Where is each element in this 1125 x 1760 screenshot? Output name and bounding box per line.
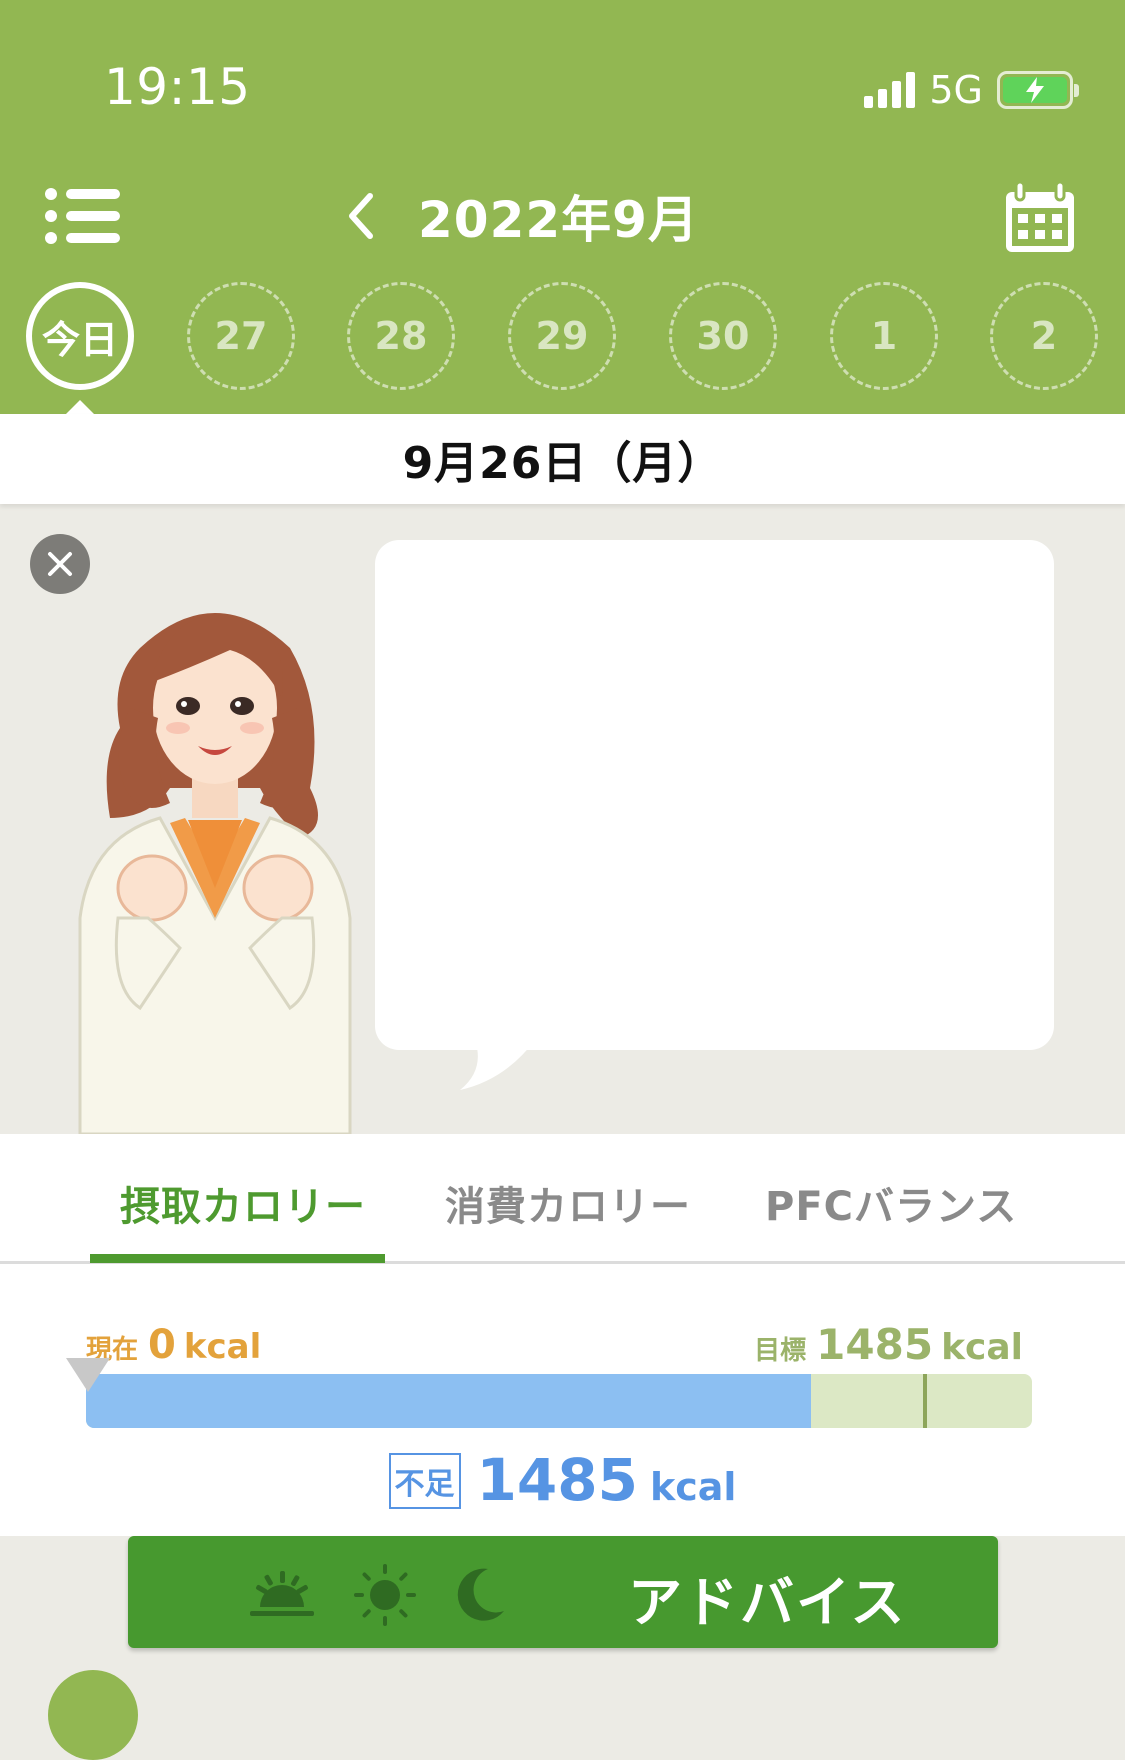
tab-burned-calories[interactable]: 消費カロリー [445, 1174, 691, 1232]
target-unit: kcal [941, 1327, 1023, 1368]
day-item[interactable]: 30 [669, 282, 777, 390]
day-today[interactable]: 今日 [26, 282, 134, 390]
target-calories: 目標 1485 kcal [754, 1320, 1023, 1369]
calendar-icon[interactable] [1002, 180, 1078, 256]
calorie-panel: 摂取カロリー 消費カロリー PFCバランス 現在 0 kcal 目標 1485 kcal… [0, 1134, 1125, 1536]
target-caption: 目標 [754, 1336, 807, 1366]
status-indicators: 5G [864, 66, 1079, 114]
calorie-progress-bar [86, 1374, 1032, 1428]
advice-button[interactable]: アドバイス [128, 1536, 998, 1648]
floating-action-button[interactable] [48, 1670, 138, 1760]
day-strip: 今日 27 28 29 30 1 2 [0, 282, 1125, 392]
signal-icon [864, 72, 916, 108]
current-value: 0 [148, 1322, 176, 1368]
active-tab-indicator [90, 1254, 385, 1263]
tab-pfc-balance[interactable]: PFCバランス [765, 1174, 1017, 1232]
shortage-unit: kcal [649, 1465, 737, 1509]
target-value: 1485 [816, 1320, 934, 1369]
speech-bubble [375, 540, 1054, 1050]
shortage-summary: 不足 1485 kcal [0, 1446, 1125, 1515]
day-item[interactable]: 1 [830, 282, 938, 390]
selected-date: 9月26日（月） [402, 438, 723, 489]
month-title: 2022年9月 [418, 191, 699, 249]
day-item[interactable]: 2 [990, 282, 1098, 390]
close-icon [48, 552, 72, 576]
advisor-avatar [78, 613, 352, 1134]
current-unit: kcal [183, 1327, 262, 1367]
sun-icon [354, 1564, 416, 1626]
list-menu-icon[interactable] [44, 186, 120, 246]
moon-icon [457, 1568, 504, 1621]
selected-day-pointer [66, 400, 94, 414]
day-item[interactable]: 29 [508, 282, 616, 390]
day-item[interactable]: 28 [347, 282, 455, 390]
close-button[interactable] [30, 534, 90, 594]
date-bar: 9月26日（月） [0, 414, 1125, 504]
tab-bar: 摂取カロリー 消費カロリー PFCバランス [0, 1134, 1125, 1264]
network-label: 5G [929, 68, 983, 112]
day-item[interactable]: 27 [187, 282, 295, 390]
shortage-value: 1485 [476, 1446, 638, 1514]
meal-time-icons [246, 1562, 508, 1628]
chevron-left-icon[interactable] [340, 186, 380, 246]
battery-icon [997, 71, 1079, 109]
status-time: 19:15 [104, 58, 251, 116]
shortage-badge: 不足 [388, 1453, 461, 1509]
month-navigation: 2022年9月 [340, 180, 699, 252]
advice-label: アドバイス [628, 1571, 907, 1634]
current-calories: 現在 0 kcal [86, 1322, 261, 1368]
tab-intake-calories[interactable]: 摂取カロリー [120, 1174, 366, 1232]
sunrise-icon [250, 1571, 314, 1616]
current-position-marker [66, 1358, 110, 1392]
speech-bubble-tail [460, 1040, 535, 1090]
target-marker [923, 1374, 928, 1428]
header: 19:15 5G 2022年9月 今日 27 28 29 30 1 2 [0, 0, 1125, 414]
shortage-fill [86, 1374, 811, 1428]
